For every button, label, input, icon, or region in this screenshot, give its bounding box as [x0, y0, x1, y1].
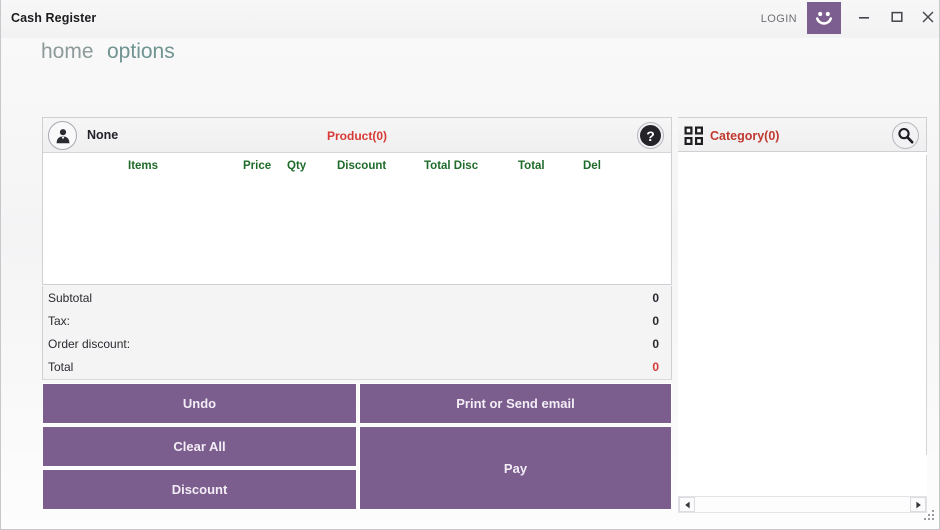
column-header-discount: Discount — [337, 160, 387, 172]
grid-squares-icon[interactable] — [684, 126, 704, 151]
print-or-send-email-button[interactable]: Print or Send email — [359, 383, 672, 424]
smiley-face-icon[interactable] — [807, 2, 841, 34]
close-icon[interactable] — [914, 4, 939, 30]
category-panel-divider — [926, 155, 927, 455]
pay-button[interactable]: Pay — [359, 426, 672, 510]
app-window: Cash Register LOGIN home options None Pr… — [0, 0, 940, 530]
totals-row-subtotal: Subtotal 0 — [43, 286, 671, 309]
totals-value-order-discount: 0 — [652, 336, 659, 351]
order-panel-header: None Product(0) ? — [43, 118, 671, 153]
title-bar: Cash Register LOGIN — [1, 0, 939, 38]
order-table-header: Items Price Qty Discount Total Disc Tota… — [43, 153, 671, 179]
question-mark-glyph: ? — [640, 125, 661, 146]
totals-value-tax: 0 — [652, 313, 659, 328]
totals-label-subtotal: Subtotal — [48, 290, 93, 305]
minimize-icon[interactable] — [850, 4, 878, 30]
category-panel-header: Category(0) — [678, 117, 927, 152]
category-panel: Category(0) — [678, 117, 927, 513]
action-buttons: Undo Clear All Discount Print or Send em… — [42, 383, 672, 511]
arrow-left-icon[interactable] — [679, 497, 695, 512]
resize-grip-icon[interactable] — [923, 508, 935, 526]
undo-button[interactable]: Undo — [42, 383, 357, 424]
totals-section: Subtotal 0 Tax: 0 Order discount: 0 Tota… — [42, 286, 672, 380]
totals-row-order-discount: Order discount: 0 — [43, 332, 671, 355]
totals-label-order-discount: Order discount: — [48, 336, 131, 351]
column-header-del: Del — [583, 160, 601, 172]
order-panel: None Product(0) ? Items Price Qty Discou… — [42, 117, 672, 285]
column-header-total-disc: Total Disc — [424, 160, 479, 172]
nav-item-options[interactable]: options — [107, 40, 175, 64]
maximize-icon[interactable] — [883, 4, 911, 30]
category-list[interactable] — [678, 152, 927, 492]
login-button[interactable]: LOGIN — [761, 13, 797, 25]
column-header-price: Price — [243, 160, 272, 172]
order-table-body[interactable] — [43, 179, 671, 283]
question-mark-icon[interactable]: ? — [637, 122, 664, 149]
totals-value-subtotal: 0 — [652, 290, 659, 305]
clear-all-button[interactable]: Clear All — [42, 426, 357, 467]
product-count-label: Product(0) — [327, 129, 387, 143]
column-header-total: Total — [518, 160, 545, 172]
search-icon[interactable] — [892, 122, 919, 149]
totals-row-total: Total 0 — [43, 355, 671, 378]
discount-button[interactable]: Discount — [42, 469, 357, 510]
column-header-items: Items — [128, 160, 159, 172]
app-title: Cash Register — [11, 11, 97, 25]
totals-label-total: Total — [48, 359, 74, 374]
nav-item-home[interactable]: home — [41, 40, 94, 64]
category-horizontal-scrollbar[interactable] — [678, 496, 927, 513]
category-count-label: Category(0) — [710, 129, 780, 143]
totals-value-total: 0 — [652, 359, 659, 374]
main-nav: home options — [1, 38, 939, 80]
totals-row-tax: Tax: 0 — [43, 309, 671, 332]
column-header-qty: Qty — [287, 160, 307, 172]
totals-label-tax: Tax: — [48, 313, 71, 328]
